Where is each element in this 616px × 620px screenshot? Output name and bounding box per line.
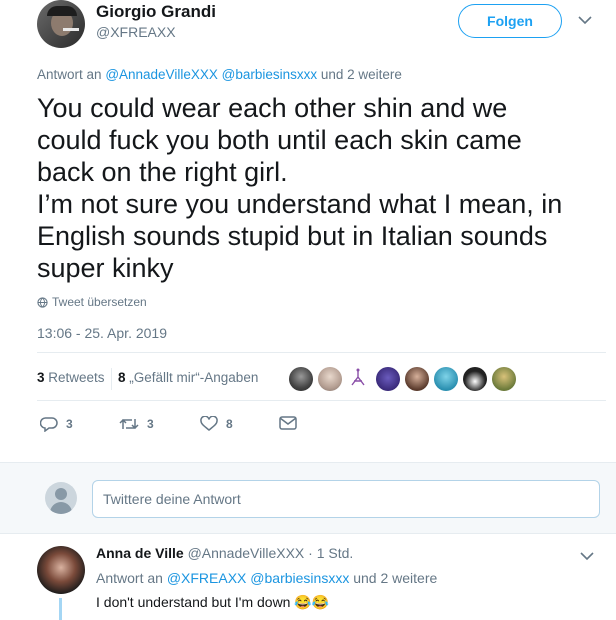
- likes-count: 8: [118, 370, 126, 385]
- author-name[interactable]: Giorgio Grandi: [96, 2, 216, 22]
- tweet-text-line: could fuck you both until each skin came: [37, 125, 522, 155]
- tweet-text-line: English sounds stupid but in Italian sou…: [37, 221, 548, 251]
- divider: [37, 352, 606, 353]
- reply-to-prefix: Antwort an: [37, 67, 102, 82]
- retweet-stat[interactable]: 3 Retweets: [37, 370, 105, 385]
- reply-to-mention-1[interactable]: @XFREAXX: [167, 570, 247, 586]
- tweet-text-line: I’m not sure you understand what I mean,…: [37, 189, 563, 219]
- liker-avatar[interactable]: [434, 367, 458, 391]
- message-icon[interactable]: [279, 416, 305, 430]
- retweet-action[interactable]: 3: [119, 416, 154, 432]
- reply-author-handle[interactable]: @AnnadeVilleXXX: [188, 545, 305, 561]
- stat-separator: [111, 368, 112, 390]
- liker-avatar[interactable]: [405, 367, 429, 391]
- reply-header: Anna de Ville @AnnadeVilleXXX · 1 Std.: [96, 545, 353, 561]
- liker-avatar[interactable]: [492, 367, 516, 391]
- liker-avatar[interactable]: [346, 367, 370, 391]
- tweet-timestamp[interactable]: 13:06 - 25. Apr. 2019: [37, 325, 167, 341]
- liker-avatar[interactable]: [463, 367, 487, 391]
- reply-to-line: Antwort an @XFREAXX @barbiesinsxxx und 2…: [96, 570, 437, 586]
- heart-icon[interactable]: [200, 416, 226, 432]
- globe-icon: [37, 296, 48, 308]
- thread-line: [59, 598, 62, 620]
- tweet-text: You could wear each other shin and we co…: [37, 92, 607, 284]
- retweets-count: 3: [37, 370, 45, 385]
- author-handle[interactable]: @XFREAXX: [96, 24, 176, 40]
- likes-label: „Gefällt mir“-Angaben: [129, 370, 259, 385]
- retweets-label: Retweets: [48, 370, 105, 385]
- current-user-avatar[interactable]: [45, 482, 77, 514]
- tweet-text-line: super kinky: [37, 253, 174, 283]
- likes-stat[interactable]: 8 „Gefällt mir“-Angaben: [118, 370, 258, 385]
- like-action[interactable]: 8: [200, 416, 233, 432]
- reply-icon[interactable]: [40, 416, 66, 432]
- liker-avatar[interactable]: [318, 367, 342, 391]
- reply-action[interactable]: 3: [40, 416, 73, 432]
- liker-avatar[interactable]: [289, 367, 313, 391]
- follow-button[interactable]: Folgen: [458, 4, 562, 38]
- reply-to-mention-1[interactable]: @AnnadeVilleXXX: [105, 67, 218, 82]
- reply-to-line: Antwort an @AnnadeVilleXXX @barbiesinsxx…: [37, 67, 402, 82]
- retweet-icon[interactable]: [119, 416, 147, 432]
- author-avatar[interactable]: [37, 0, 85, 48]
- reply-to-prefix: Antwort an: [96, 570, 163, 586]
- tweet-text-line: back on the right girl.: [37, 157, 288, 187]
- reply-text-row: I don't understand but I'm down 😂😂: [96, 594, 329, 611]
- liker-avatar[interactable]: [376, 367, 400, 391]
- direct-message-action[interactable]: [279, 416, 305, 430]
- translate-label[interactable]: Tweet übersetzen: [52, 295, 147, 309]
- chevron-down-icon[interactable]: [580, 548, 594, 564]
- reply-to-mention-2[interactable]: @barbiesinsxxx: [250, 570, 349, 586]
- reply-to-suffix[interactable]: und 2 weitere: [353, 570, 437, 586]
- laughing-emoji: 😂😂: [294, 594, 330, 610]
- reply-text: I don't understand but I'm down: [96, 594, 291, 610]
- divider: [37, 400, 606, 401]
- translate-tweet-link[interactable]: Tweet übersetzen: [37, 295, 147, 309]
- reply-time[interactable]: · 1 Std.: [308, 545, 353, 561]
- reply-to-mention-2[interactable]: @barbiesinsxxx: [222, 67, 318, 82]
- chevron-down-icon[interactable]: [578, 12, 592, 28]
- reply-author-name[interactable]: Anna de Ville: [96, 545, 184, 561]
- reply-count: 3: [66, 417, 73, 431]
- tweet-text-line: You could wear each other shin and we: [37, 93, 508, 123]
- reply-to-suffix[interactable]: und 2 weitere: [321, 67, 402, 82]
- reply-author-avatar[interactable]: [37, 546, 85, 594]
- reply-input[interactable]: Twittere deine Antwort: [92, 480, 600, 518]
- retweet-count: 3: [147, 417, 154, 431]
- like-count: 8: [226, 417, 233, 431]
